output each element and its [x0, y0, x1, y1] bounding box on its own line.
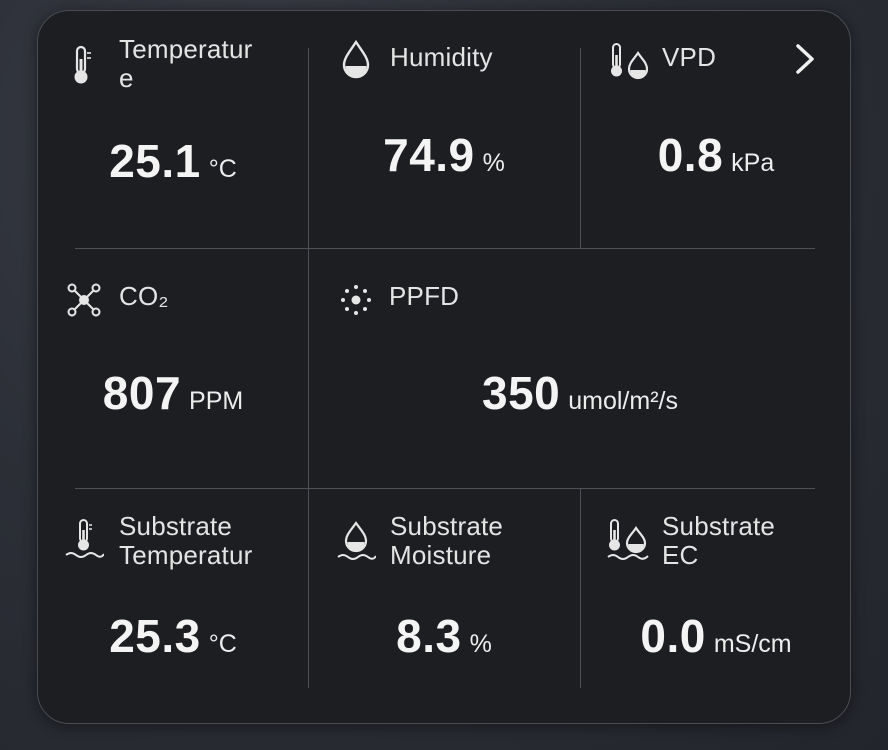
co2-reading: 807 PPM [38, 366, 308, 420]
substrate-thermometer-icon [64, 518, 104, 562]
substrate-temperature-value: 25.3 [109, 610, 201, 662]
thermometer-icon [68, 43, 96, 87]
co2-unit: PPM [189, 387, 244, 415]
sensor-tile-humidity[interactable]: Humidity 74.9% [308, 11, 580, 248]
sensor-tile-temperature[interactable]: Temperatur e 25.1 °C [38, 11, 308, 248]
molecule-icon [66, 282, 102, 318]
ppfd-reading: 350 umol/m²/s [308, 366, 852, 420]
humidity-title: Humidity [390, 42, 493, 72]
sensor-tile-co2[interactable]: CO₂ 807 PPM [38, 248, 308, 488]
sensor-tile-substrate-ec[interactable]: Substrate EC 0.0 mS/cm [580, 488, 852, 688]
substrate-ec-value: 0.0 [640, 610, 706, 662]
droplet-icon [340, 39, 372, 79]
sensor-tile-substrate-temperature[interactable]: Substrate Temperatur 25.3 °C [38, 488, 308, 688]
co2-value: 807 [102, 367, 182, 419]
substrate-temperature-title: Substrate Temperatur [119, 511, 253, 570]
substrate-temperature-unit: °C [208, 630, 237, 658]
humidity-value: 74.9 [383, 129, 475, 181]
vpd-title: VPD [662, 42, 717, 72]
temperature-title: Temperatur e [119, 34, 253, 93]
sensor-tile-ppfd[interactable]: PPFD 350 umol/m²/s [308, 248, 852, 488]
co2-title: CO₂ [119, 281, 169, 311]
ppfd-title: PPFD [389, 281, 460, 311]
thermometer-droplet-icon [608, 41, 652, 81]
temperature-value: 25.1 [109, 135, 201, 187]
sensor-tile-substrate-moisture[interactable]: Substrate Moisture 8.3% [308, 488, 580, 688]
substrate-ec-unit: mS/cm [713, 630, 792, 658]
vpd-value: 0.8 [657, 129, 724, 181]
humidity-reading: 74.9% [308, 128, 580, 182]
substrate-temperature-reading: 25.3 °C [38, 609, 308, 663]
light-dots-icon [338, 282, 374, 318]
ppfd-unit: umol/m²/s [568, 387, 678, 415]
substrate-droplet-icon [336, 520, 376, 564]
temperature-unit: °C [208, 155, 237, 183]
substrate-moisture-unit: % [469, 630, 492, 658]
substrate-ec-reading: 0.0 mS/cm [580, 609, 852, 663]
substrate-moisture-title: Substrate Moisture [390, 511, 504, 570]
substrate-moisture-value: 8.3 [396, 610, 462, 662]
sensor-card: Temperatur e 25.1 °C Humidity 74.9% VPD … [37, 10, 851, 724]
sensor-tile-vpd[interactable]: VPD 0.8 kPa [580, 11, 852, 248]
temperature-reading: 25.1 °C [38, 134, 308, 188]
substrate-ec-title: Substrate EC [662, 511, 776, 570]
vpd-reading: 0.8 kPa [580, 128, 852, 182]
vpd-unit: kPa [731, 149, 775, 177]
ppfd-value: 350 [482, 367, 561, 419]
substrate-moisture-reading: 8.3% [308, 609, 580, 663]
humidity-unit: % [482, 149, 505, 177]
substrate-thermometer-droplet-icon [606, 518, 650, 562]
